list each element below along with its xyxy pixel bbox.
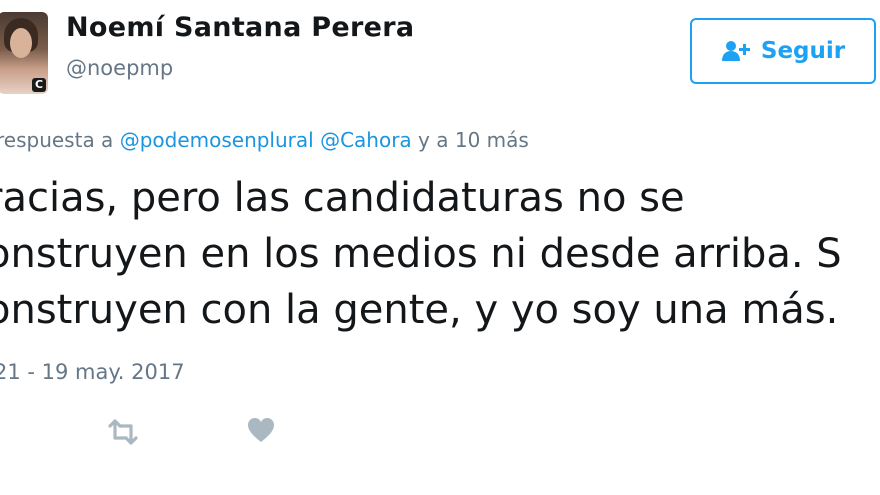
tweet-text-line: racias, pero las candidaturas no se <box>0 175 685 221</box>
tweet-card: C Noemí Santana Perera @noepmp Seguir re… <box>0 0 880 495</box>
user-handle[interactable]: @noepmp <box>66 56 173 80</box>
mention-link[interactable]: @podemosenplural <box>120 128 314 152</box>
tweet-timestamp[interactable]: 21 - 19 may. 2017 <box>0 360 185 384</box>
heart-icon <box>248 418 274 442</box>
reply-prefix: respuesta a <box>0 128 114 152</box>
user-avatar[interactable]: C <box>0 12 48 94</box>
like-button[interactable] <box>246 416 280 448</box>
follow-button-label: Seguir <box>760 38 846 64</box>
tweet-text-line: onstruyen en los medios ni desde arriba.… <box>0 231 842 277</box>
avatar-badge: C <box>32 78 46 92</box>
reply-suffix[interactable]: y a 10 más <box>418 128 529 152</box>
reply-context: respuesta a @podemosenplural @Cahora y a… <box>0 128 529 152</box>
tweet-text-line: onstruyen con la gente, y yo soy una más… <box>0 287 839 333</box>
user-display-name[interactable]: Noemí Santana Perera <box>66 12 414 43</box>
retweet-button[interactable] <box>106 416 140 448</box>
add-user-icon <box>721 39 751 63</box>
retweet-icon <box>108 419 138 445</box>
avatar-face <box>10 28 32 58</box>
tweet-text: racias, pero las candidaturas no se onst… <box>0 170 880 338</box>
follow-button[interactable]: Seguir <box>690 18 876 84</box>
mention-link[interactable]: @Cahora <box>320 128 412 152</box>
